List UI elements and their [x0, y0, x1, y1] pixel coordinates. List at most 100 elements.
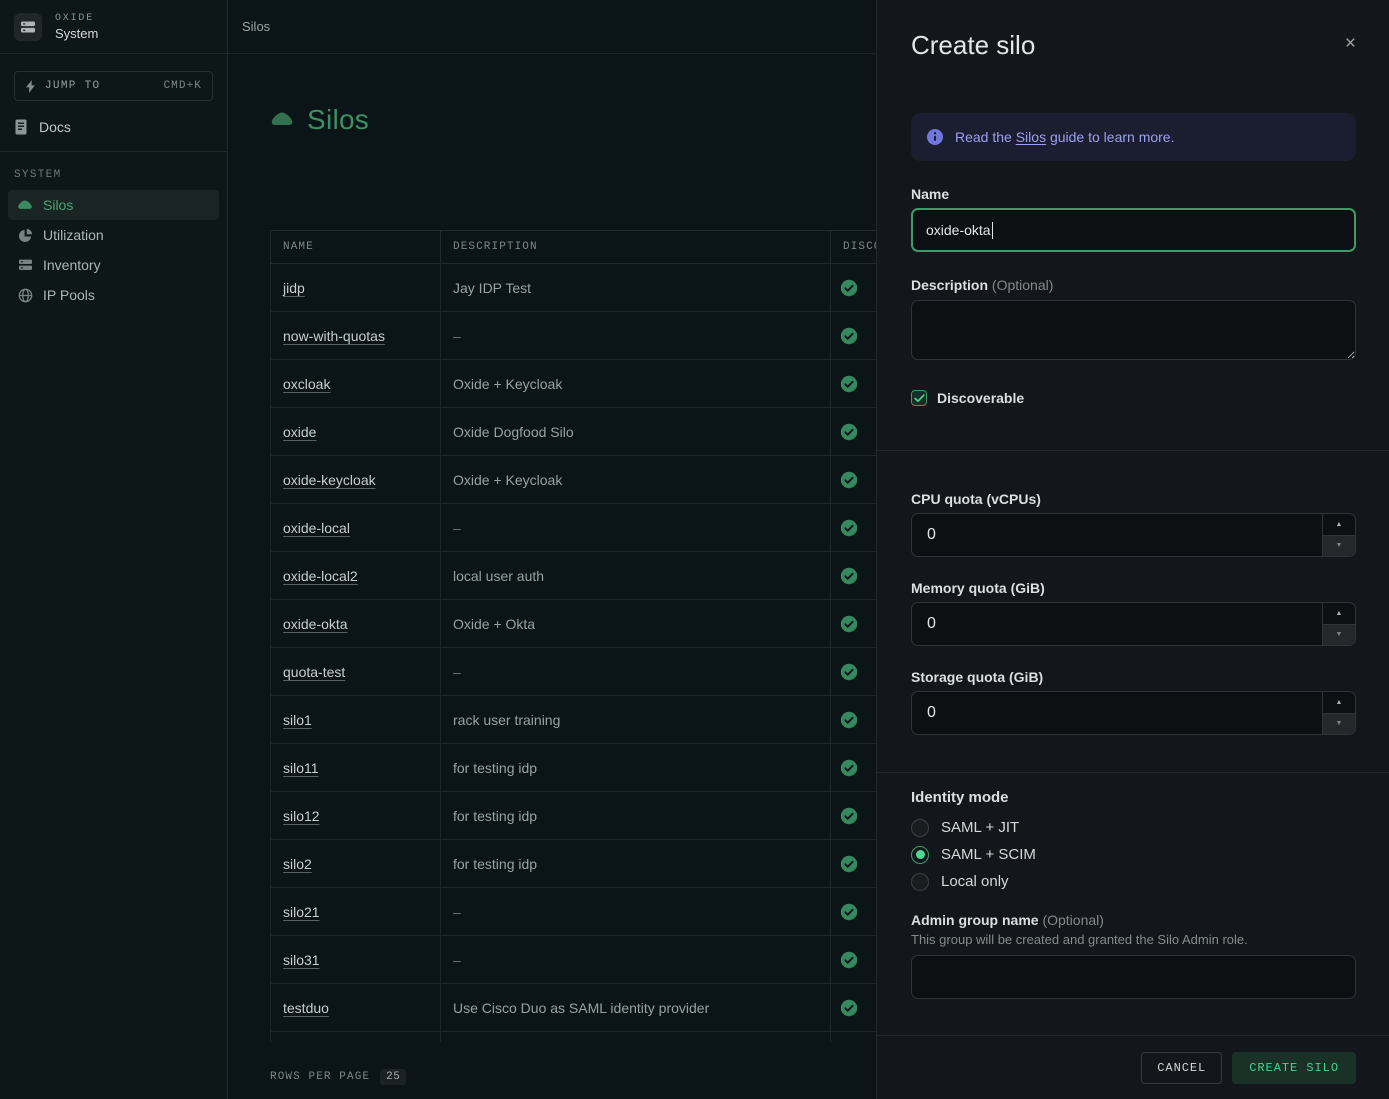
oxide-logo-icon [14, 13, 42, 41]
silo-description-cell: for testing idp [441, 792, 831, 839]
storage-quota-input[interactable]: 0 ▲ ▼ [911, 691, 1356, 735]
create-silo-form: Create silo × Read the Silos guide to le… [877, 0, 1389, 1035]
sidebar-item-ip-pools[interactable]: IP Pools [8, 280, 219, 310]
discoverable-check-icon [840, 855, 858, 873]
name-label: Name [911, 186, 1356, 202]
create-silo-button[interactable]: CREATE SILO [1232, 1052, 1356, 1084]
admin-group-optional-tag: (Optional) [1042, 912, 1103, 928]
radio-label: SAML + JIT [941, 819, 1019, 836]
discoverable-check-icon [840, 615, 858, 633]
silo-name-cell: oxide [271, 408, 441, 455]
page-size-value[interactable]: 25 [380, 1069, 406, 1085]
spinner-down-icon[interactable]: ▼ [1323, 535, 1355, 557]
silo-description-cell: Oxide + Okta [441, 600, 831, 647]
sidebar-item-label: IP Pools [43, 287, 95, 303]
jump-to-button[interactable]: JUMP TO CMD+K [14, 71, 213, 101]
spinner-up-icon[interactable]: ▲ [1323, 514, 1355, 535]
silos-guide-link[interactable]: Silos [1016, 129, 1046, 145]
silo-name-link[interactable]: jidp [283, 280, 305, 296]
spinner-down-icon[interactable]: ▼ [1323, 713, 1355, 735]
cpu-spinner: ▲ ▼ [1322, 514, 1355, 556]
silo-description-cell: Oxide + Keycloak [441, 456, 831, 503]
silo-name-link[interactable]: silo21 [283, 904, 320, 920]
radio-label: Local only [941, 873, 1009, 890]
checkbox-checked-icon[interactable] [911, 390, 927, 406]
silo-name-link[interactable]: oxcloak [283, 376, 330, 392]
silo-name-link[interactable]: quota-test [283, 664, 345, 680]
description-textarea[interactable] [911, 300, 1356, 360]
text-caret [992, 222, 994, 239]
silo-name-cell: silo2 [271, 840, 441, 887]
info-icon [927, 129, 943, 145]
silo-name-cell: silo1 [271, 696, 441, 743]
radio-checked-icon[interactable] [911, 846, 929, 864]
silo-name-link[interactable]: silo12 [283, 808, 320, 824]
brand[interactable]: OXIDE System [0, 0, 227, 54]
cancel-button[interactable]: CANCEL [1141, 1052, 1222, 1084]
silo-name-link[interactable]: oxide-keycloak [283, 472, 376, 488]
silo-description-cell: – [441, 648, 831, 695]
radio-unchecked-icon[interactable] [911, 873, 929, 891]
admin-group-label-text: Admin group name [911, 912, 1039, 928]
radio-option-local-only[interactable]: Local only [911, 868, 1356, 895]
discoverable-check-icon [840, 711, 858, 729]
discoverable-check-icon [840, 999, 858, 1017]
silo-name-link[interactable]: silo11 [283, 760, 319, 776]
discoverable-label: Discoverable [937, 390, 1024, 406]
silo-name-cell: testduo [271, 984, 441, 1031]
silo-name-cell: silo11 [271, 744, 441, 791]
radio-unchecked-icon[interactable] [911, 819, 929, 837]
silo-description-cell: Use Cisco Duo as SAML identity provider [441, 984, 831, 1031]
silo-name-link[interactable]: oxide [283, 424, 316, 440]
sidebar: OXIDE System JUMP TO CMD+K Docs SYSTEM [0, 0, 228, 1099]
discoverable-field[interactable]: Discoverable [911, 390, 1356, 406]
spinner-down-icon[interactable]: ▼ [1323, 624, 1355, 646]
silo-name-link[interactable]: oxide-local [283, 520, 350, 536]
silo-name-link[interactable]: oxide-okta [283, 616, 348, 632]
description-label: Description (Optional) [911, 277, 1356, 293]
silo-description-cell: – [441, 936, 831, 983]
silo-name-link[interactable]: oxide-local2 [283, 568, 358, 584]
silo-name-link[interactable]: testduo [283, 1000, 329, 1016]
radio-option-saml-jit[interactable]: SAML + JIT [911, 814, 1356, 841]
breadcrumb[interactable]: Silos [242, 19, 270, 34]
silo-name-link[interactable]: silo31 [283, 952, 320, 968]
sidebar-item-utilization[interactable]: Utilization [8, 220, 219, 250]
sidebar-item-silos[interactable]: Silos [8, 190, 219, 220]
cloud-icon [270, 111, 294, 129]
sidebar-divider [0, 151, 227, 152]
spinner-up-icon[interactable]: ▲ [1323, 603, 1355, 624]
close-icon[interactable]: × [1345, 34, 1356, 53]
silo-description-cell: – [441, 312, 831, 359]
cpu-quota-input[interactable]: 0 ▲ ▼ [911, 513, 1356, 557]
silo-name-cell: oxide-local [271, 504, 441, 551]
radio-option-saml-scim[interactable]: SAML + SCIM [911, 841, 1356, 868]
silo-name-cell: oxide-okta [271, 600, 441, 647]
brand-title: System [55, 26, 98, 41]
memory-quota-input[interactable]: 0 ▲ ▼ [911, 602, 1356, 646]
system-nav: Silos Utilization Inventory [0, 190, 227, 310]
panel-title: Create silo [911, 30, 1035, 61]
silo-description-cell: for testing idp [441, 840, 831, 887]
storage-spinner: ▲ ▼ [1322, 692, 1355, 734]
cloud-icon [17, 199, 33, 212]
name-input[interactable]: oxide-okta [911, 208, 1356, 252]
discoverable-check-icon [840, 279, 858, 297]
pagination: ROWS PER PAGE 25 [270, 1069, 406, 1085]
sidebar-item-inventory[interactable]: Inventory [8, 250, 219, 280]
silo-name-link[interactable]: now-with-quotas [283, 328, 385, 344]
discoverable-check-icon [840, 663, 858, 681]
banner-suffix: guide to learn more. [1046, 129, 1174, 145]
admin-group-input[interactable] [911, 955, 1356, 999]
sidebar-item-label: Utilization [43, 227, 104, 243]
silo-name-link[interactable]: silo1 [283, 712, 312, 728]
silo-description-cell: Jay IDP Test [441, 264, 831, 311]
silo-name-cell [271, 1032, 441, 1042]
silo-name-link[interactable]: silo2 [283, 856, 312, 872]
silo-name-cell: oxide-local2 [271, 552, 441, 599]
panel-footer: CANCEL CREATE SILO [877, 1035, 1389, 1099]
server-rack-icon [17, 258, 33, 272]
document-icon [14, 119, 28, 135]
sidebar-item-docs[interactable]: Docs [14, 119, 213, 151]
spinner-up-icon[interactable]: ▲ [1323, 692, 1355, 713]
